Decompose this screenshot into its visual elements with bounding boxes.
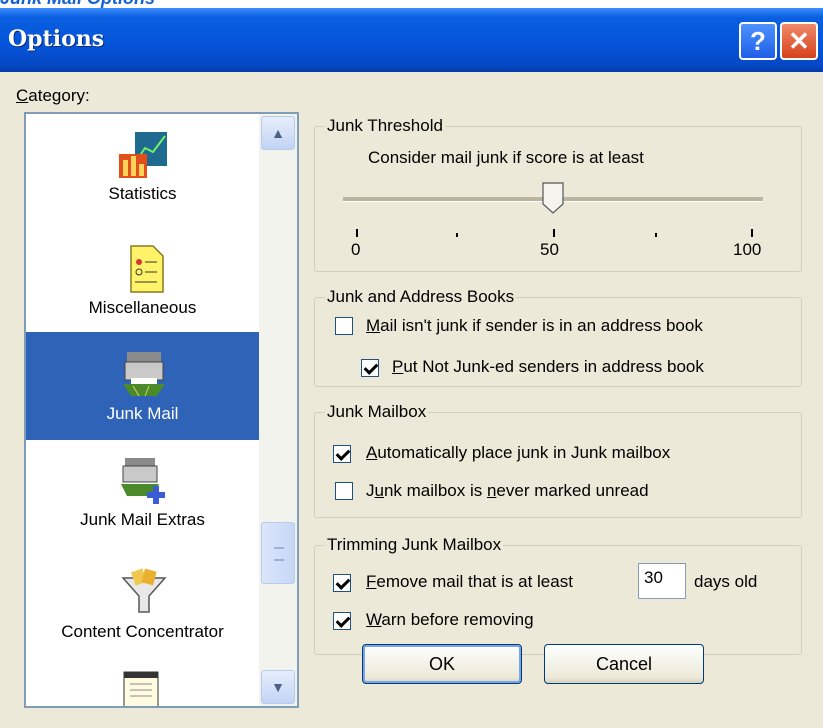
threshold-prompt: Consider mail junk if score is at least xyxy=(368,148,644,167)
not-junk-if-in-address-book-checkbox[interactable] xyxy=(335,317,353,335)
slider-tick xyxy=(356,229,358,237)
category-item-junk-mail[interactable]: Junk Mail xyxy=(26,332,259,440)
slider-tick xyxy=(655,233,657,237)
window-title: Options xyxy=(8,26,105,52)
warn-before-removing-label[interactable]: Warn before removing xyxy=(366,610,534,630)
put-not-junked-senders-label[interactable]: Put Not Junk-ed senders in address book xyxy=(392,357,704,377)
slider-tick xyxy=(553,229,555,237)
slider-max-label: 100 xyxy=(733,240,762,259)
header-strip-text: Junk Mail Options xyxy=(0,0,155,8)
ok-button[interactable]: OK xyxy=(362,644,522,684)
category-item-junk-mail-extras[interactable]: Junk Mail Extras xyxy=(26,456,259,552)
chevron-up-icon: ▲ xyxy=(271,125,285,141)
title-bar: Options ? ✕ xyxy=(0,8,823,72)
trimming-title: Trimming Junk Mailbox xyxy=(325,535,504,555)
junk-mail-icon xyxy=(119,348,167,397)
slider-mid-label: 50 xyxy=(540,240,559,259)
remove-old-mail-checkbox[interactable] xyxy=(333,574,351,592)
put-not-junked-senders-checkbox[interactable] xyxy=(361,359,379,377)
help-button[interactable]: ? xyxy=(739,22,777,60)
category-item-miscellaneous[interactable]: Miscellaneous xyxy=(26,244,259,340)
notepad-icon xyxy=(122,670,162,706)
category-item-statistics[interactable]: Statistics xyxy=(26,130,259,230)
junk-mail-extras-icon xyxy=(119,456,167,504)
cancel-button[interactable]: Cancel xyxy=(544,644,704,684)
chevron-down-icon: ▼ xyxy=(271,679,285,695)
slider-tick xyxy=(751,229,753,237)
slider-tick xyxy=(456,233,458,237)
category-label: Category: xyxy=(16,86,90,105)
days-old-label: days old xyxy=(694,572,758,591)
category-label-miscellaneous: Miscellaneous xyxy=(88,298,197,317)
category-scrollbar[interactable]: ▲ ▼ xyxy=(259,114,297,706)
remove-old-mail-label[interactable]: Femove mail that is at least xyxy=(366,572,573,592)
address-books-title: Junk and Address Books xyxy=(325,287,517,307)
auto-place-junk-label[interactable]: Automatically place junk in Junk mailbox xyxy=(366,443,670,463)
header-strip: Junk Mail Options xyxy=(0,0,823,8)
scroll-up-button[interactable]: ▲ xyxy=(261,116,295,150)
slider-thumb[interactable] xyxy=(542,182,564,214)
help-icon: ? xyxy=(750,25,766,56)
category-label-content-concentrator: Content Concentrator xyxy=(61,622,224,641)
days-input[interactable]: 30 xyxy=(638,563,686,599)
category-item-content-concentrator[interactable]: Content Concentrator xyxy=(26,568,259,664)
not-junk-if-in-address-book-label[interactable]: Mail isn't junk if sender is in an addre… xyxy=(366,316,703,336)
trimming-group: Trimming Junk Mailbox xyxy=(314,535,802,655)
never-marked-unread-label[interactable]: Junk mailbox is never marked unread xyxy=(366,481,649,501)
statistics-chart-icon xyxy=(118,130,167,178)
junk-threshold-title: Junk Threshold xyxy=(325,116,445,136)
close-button[interactable]: ✕ xyxy=(780,22,818,60)
auto-place-junk-checkbox[interactable] xyxy=(333,445,351,463)
scroll-thumb[interactable] xyxy=(261,522,295,584)
close-icon: ✕ xyxy=(788,25,810,56)
category-label-junk-mail-extras: Junk Mail Extras xyxy=(80,510,205,529)
warn-before-removing-checkbox[interactable] xyxy=(333,612,351,630)
category-label-statistics: Statistics xyxy=(108,184,177,203)
slider-min-label: 0 xyxy=(351,240,361,259)
category-label-junk-mail: Junk Mail xyxy=(106,404,179,423)
miscellaneous-form-icon xyxy=(119,244,167,293)
scroll-down-button[interactable]: ▼ xyxy=(261,670,295,704)
junk-mailbox-title: Junk Mailbox xyxy=(325,402,429,422)
junk-mailbox-group: Junk Mailbox xyxy=(314,402,802,518)
never-marked-unread-checkbox[interactable] xyxy=(335,482,353,500)
content-concentrator-funnel-icon xyxy=(119,568,167,616)
category-list[interactable]: Statistics Miscellaneous Junk Mail Junk … xyxy=(24,112,299,708)
